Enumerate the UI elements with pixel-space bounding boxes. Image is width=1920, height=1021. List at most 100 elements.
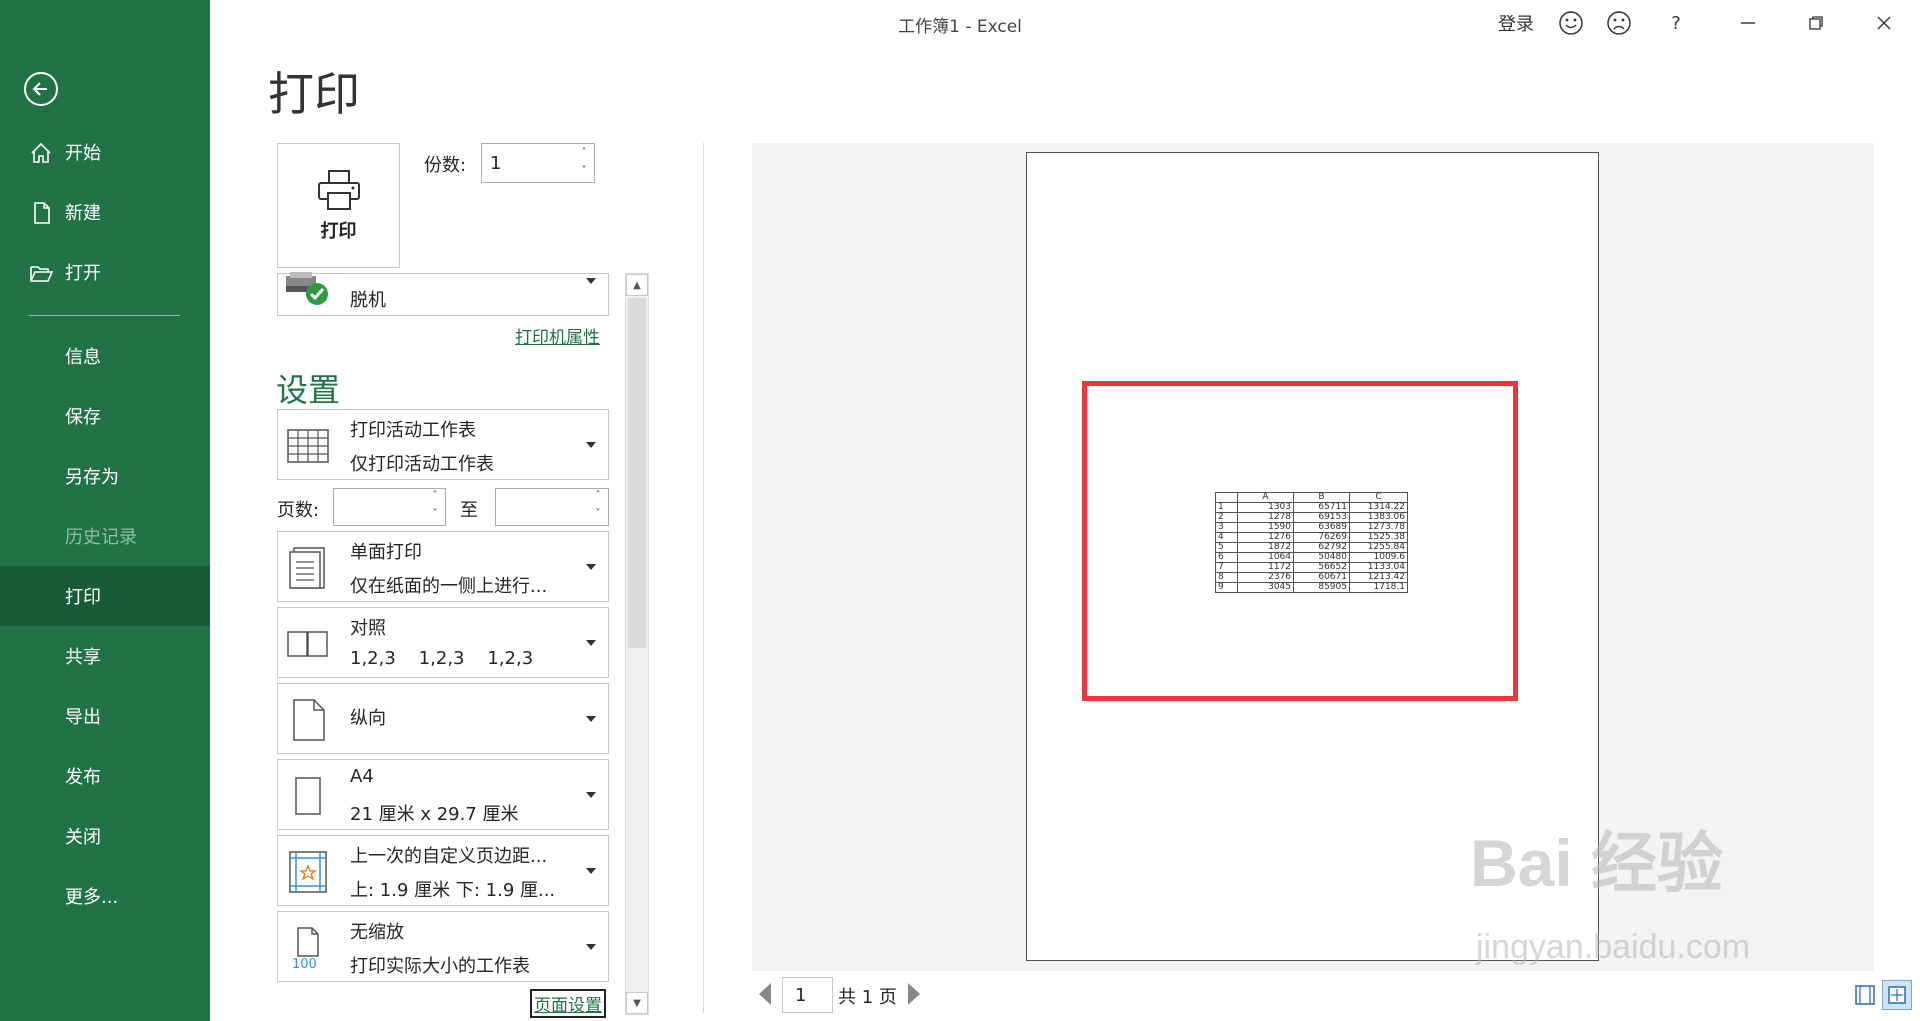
signin-button[interactable]: 登录 [1490,6,1542,40]
printer-name: 脱机 [350,290,386,311]
pages-to-label: 至 [460,500,478,521]
orientation-select[interactable]: 纵向 [277,683,609,754]
one-sided-page-icon [289,547,325,589]
spin-up-icon[interactable]: ˄ [578,148,590,158]
option-line1: 无缩放 [350,922,404,943]
copies-label: 份数: [424,155,467,176]
sidebar-item-export[interactable]: 导出 [0,686,210,746]
spin-down-icon[interactable]: ˅ [429,509,441,519]
margins-select[interactable]: 上一次的自定义页边距... 上: 1.9 厘米 下: 1.9 厘... [277,835,609,906]
minimize-button[interactable] [1730,6,1766,40]
spin-down-icon[interactable]: ˅ [578,166,590,176]
table-cell: 60671 [1293,572,1350,583]
sidebar-item-history: 历史记录 [0,506,210,566]
table-cell: 1314.22 [1349,502,1408,513]
table-row: 6 1064 50480 1009.6 [1215,552,1408,563]
chevron-down-icon [586,640,596,646]
table-cell: 1525.38 [1349,532,1408,543]
table-cell: 65711 [1293,502,1350,513]
sidebar-item-save-as[interactable]: 另存为 [0,446,210,506]
table-cell: 1255.84 [1349,542,1408,553]
option-line2: 上: 1.9 厘米 下: 1.9 厘... [350,880,556,901]
corner-cell [1215,492,1238,503]
option-line1: 单面打印 [350,542,422,563]
table-row: 2 1278 69153 1383.06 [1215,512,1408,523]
next-page-icon[interactable] [908,983,920,1005]
scroll-thumb[interactable] [628,298,646,648]
table-cell: 62792 [1293,542,1350,553]
scale-100-text: 100 [292,957,317,970]
table-cell: 1213.42 [1349,572,1408,583]
print-what-select[interactable]: 打印活动工作表 仅打印活动工作表 [277,409,609,480]
scroll-down-icon[interactable]: ▼ [626,992,648,1014]
previous-page-icon[interactable] [759,983,771,1005]
table-cell: 1064 [1237,552,1294,563]
panel-divider [703,143,704,1013]
sidebar-item-print[interactable]: 打印 [0,566,210,626]
paper-size-select[interactable]: A4 21 厘米 x 29.7 厘米 [277,759,609,830]
page-setup-link[interactable]: 页面设置 [530,989,606,1018]
pages-to-input[interactable]: ˄ ˅ [495,488,609,526]
sidebar-item-open[interactable]: 打开 [0,242,210,302]
sidebar-item-save[interactable]: 保存 [0,386,210,446]
print-button[interactable]: 打印 [277,143,400,268]
backstage-sidebar: 开始 新建 打开 信息 保存 另存为 历史记录 打印 共享 导出 发布 关闭 更… [0,0,210,1021]
new-document-icon [34,202,50,224]
smile-icon [1559,11,1583,35]
sidebar-item-label: 导出 [65,707,101,728]
printer-select[interactable]: 脱机 [277,272,609,316]
pages-from-input[interactable]: ˄ ˅ [333,488,446,526]
collate-select[interactable]: 对照 1,2,3 1,2,3 1,2,3 [277,607,609,678]
collated-icon [287,631,328,657]
spin-up-icon[interactable]: ˄ [592,491,604,501]
chevron-down-icon [586,944,596,950]
copies-input[interactable]: 1 ˄ ˅ [481,143,595,183]
sidebar-item-more[interactable]: 更多... [0,866,210,926]
option-line2: 21 厘米 x 29.7 厘米 [350,804,519,825]
restore-button[interactable] [1798,6,1834,40]
scroll-up-icon[interactable]: ▲ [626,274,648,296]
sidebar-item-label: 发布 [65,767,101,788]
frown-feedback-button[interactable] [1604,6,1634,40]
close-window-button[interactable] [1866,6,1902,40]
sidebar-item-close[interactable]: 关闭 [0,806,210,866]
table-cell: 1276 [1237,532,1294,543]
option-line2: 1,2,3 1,2,3 1,2,3 [350,648,534,669]
show-margins-button[interactable] [1850,980,1880,1010]
sidebar-item-info[interactable]: 信息 [0,326,210,386]
spin-up-icon[interactable]: ˄ [429,491,441,501]
scaling-select[interactable]: 100 无缩放 打印实际大小的工作表 [277,911,609,982]
table-cell: 2376 [1237,572,1294,583]
page-title: 打印 [268,67,360,121]
table-cell: 1590 [1237,522,1294,533]
row-number: 1 [1215,502,1238,513]
print-button-label: 打印 [320,220,357,242]
sidebar-item-home[interactable]: 开始 [0,122,210,182]
current-page-input[interactable]: 1 [782,977,833,1013]
printer-properties-link[interactable]: 打印机属性 [515,323,600,348]
table-cell: 3045 [1237,582,1294,593]
zoom-to-page-icon [1888,986,1906,1004]
spin-down-icon[interactable]: ˅ [592,509,604,519]
sidebar-item-publish[interactable]: 发布 [0,746,210,806]
table-cell: 1273.78 [1349,522,1408,533]
paper-size-icon [295,777,321,815]
settings-scrollbar[interactable]: ▲ ▼ [625,273,649,1015]
table-cell: 1303 [1237,502,1294,513]
zoom-to-page-button[interactable] [1882,980,1912,1010]
row-number: 8 [1215,572,1238,583]
preview-table: A B C 1 1303 65711 1314.22 2 1278 69153 1383.0… [1215,492,1408,593]
row-number: 7 [1215,562,1238,573]
baidu-watermark-url: jingyan.baidu.com [1476,928,1751,966]
sides-select[interactable]: 单面打印 仅在纸面的一侧上进行... [277,531,609,602]
help-button[interactable]: ? [1660,6,1692,40]
smile-feedback-button[interactable] [1556,6,1586,40]
table-row: 3 1590 63689 1273.78 [1215,522,1408,533]
table-row: 4 1276 76269 1525.38 [1215,532,1408,543]
sidebar-item-share[interactable]: 共享 [0,626,210,686]
table-row: 8 2376 60671 1213.42 [1215,572,1408,583]
sidebar-item-new[interactable]: 新建 [0,182,210,242]
no-scaling-icon: 100 [292,927,319,970]
table-cell: 1009.6 [1349,552,1408,563]
back-button[interactable] [24,72,58,106]
